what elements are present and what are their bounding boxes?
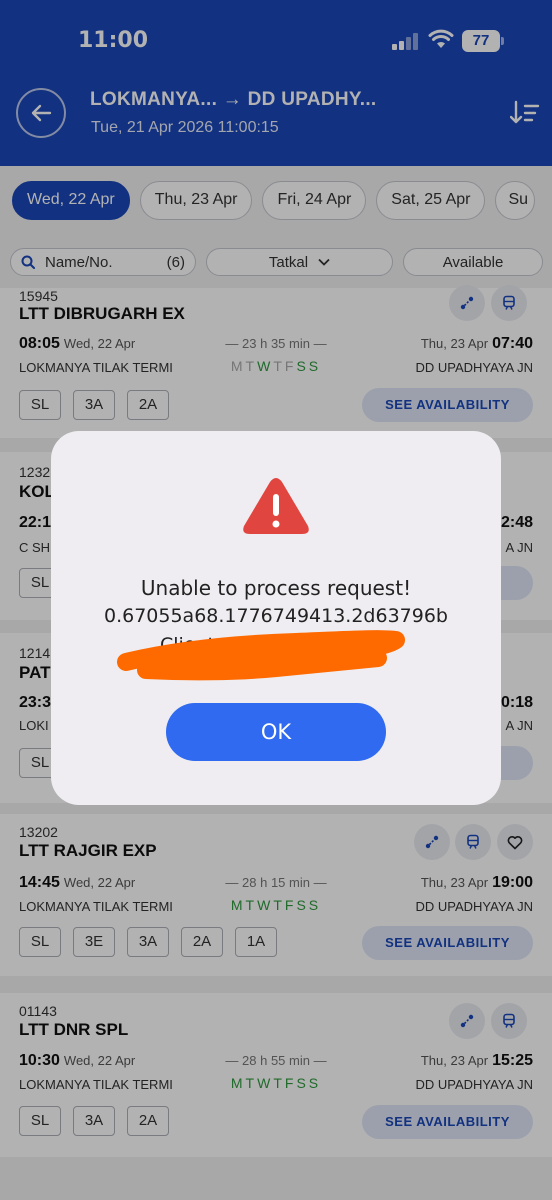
ok-button[interactable]: OK: [166, 703, 386, 761]
error-reference-code: 0.67055a68.1776749413.2d63796b: [103, 605, 448, 627]
redaction-scribble: [117, 630, 405, 681]
warning-icon: [243, 478, 309, 534]
dialog-title: Unable to process request!: [140, 576, 412, 600]
